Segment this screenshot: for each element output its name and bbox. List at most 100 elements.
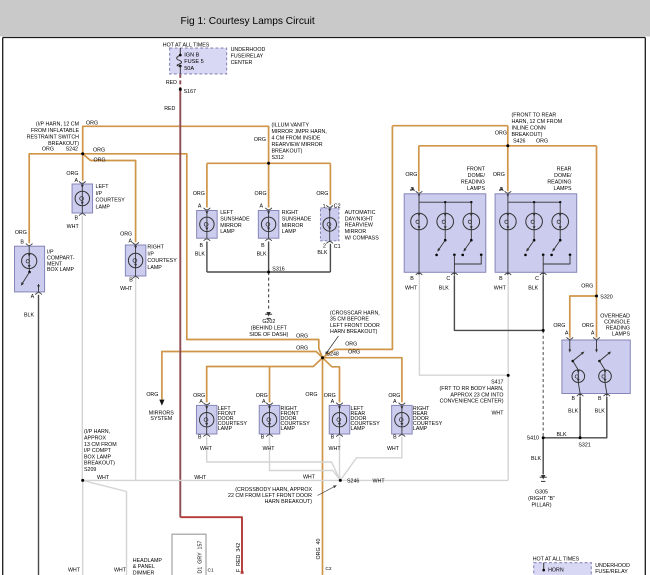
svg-text:DAY/NIGHT: DAY/NIGHT — [345, 216, 374, 222]
svg-text:S167: S167 — [184, 89, 196, 95]
svg-text:BLK: BLK — [195, 251, 205, 257]
svg-text:ORG 40: ORG 40 — [316, 539, 322, 560]
svg-text:ORG: ORG — [146, 392, 158, 398]
svg-text:LAMPS: LAMPS — [467, 186, 485, 192]
svg-text:ORG: ORG — [493, 172, 505, 178]
svg-text:BLK: BLK — [317, 250, 327, 256]
svg-text:ORG: ORG — [15, 230, 27, 236]
svg-text:WHT: WHT — [68, 568, 81, 574]
svg-text:LAMP: LAMP — [413, 426, 428, 432]
svg-text:S410: S410 — [527, 436, 539, 442]
svg-text:DOME/: DOME/ — [468, 173, 486, 179]
svg-text:ORG: ORG — [305, 392, 317, 398]
svg-text:WHT: WHT — [387, 446, 400, 452]
svg-text:(FRT TO RR BODY HARN,: (FRT TO RR BODY HARN, — [440, 386, 504, 392]
svg-text:HOT AT ALL TIMES: HOT AT ALL TIMES — [163, 42, 210, 48]
svg-text:(ILLUM VANITY: (ILLUM VANITY — [272, 123, 310, 129]
svg-text:(I/P HARN,: (I/P HARN, — [84, 429, 110, 435]
svg-text:ORG: ORG — [86, 120, 98, 126]
svg-text:I/P: I/P — [96, 191, 103, 197]
svg-text:WHT: WHT — [114, 568, 127, 574]
svg-text:ORG: ORG — [405, 172, 417, 178]
svg-text:B: B — [331, 435, 335, 441]
svg-text:I/P COMPT: I/P COMPT — [84, 448, 112, 454]
svg-text:B: B — [410, 276, 414, 282]
svg-text:A: A — [262, 399, 266, 405]
svg-text:50A: 50A — [184, 66, 194, 72]
svg-text:ORG: ORG — [553, 323, 565, 329]
svg-text:(BEHIND LEFT: (BEHIND LEFT — [251, 326, 288, 332]
svg-text:ORG: ORG — [93, 147, 105, 153]
svg-text:G202: G202 — [262, 319, 275, 325]
svg-text:BOX LAMP: BOX LAMP — [47, 267, 75, 273]
svg-text:RESTRAINT SWITCH: RESTRAINT SWITCH — [27, 134, 79, 140]
svg-text:S209: S209 — [84, 467, 96, 473]
svg-text:F RED 342: F RED 342 — [236, 543, 242, 572]
svg-text:APPROX: APPROX — [84, 436, 107, 442]
svg-text:WHT: WHT — [329, 446, 342, 452]
svg-text:ORG: ORG — [120, 232, 132, 238]
svg-text:B: B — [393, 435, 397, 441]
svg-text:READING: READING — [547, 180, 571, 186]
svg-text:A: A — [565, 330, 569, 336]
svg-text:ORG: ORG — [254, 137, 266, 143]
svg-text:SUNSHADE: SUNSHADE — [220, 217, 250, 223]
svg-text:BOX LAMP: BOX LAMP — [84, 454, 112, 460]
svg-text:MIRROR JMPR HARN,: MIRROR JMPR HARN, — [272, 129, 327, 135]
svg-text:D1 GRY 157: D1 GRY 157 — [198, 541, 204, 574]
svg-text:BLK: BLK — [557, 432, 567, 438]
svg-text:APPROX 23 CM INTO: APPROX 23 CM INTO — [450, 392, 503, 398]
svg-text:A: A — [499, 187, 503, 193]
svg-text:FRONT: FRONT — [467, 167, 486, 173]
svg-text:LEFT FRONT DOOR: LEFT FRONT DOOR — [330, 323, 380, 329]
svg-text:(CROSSCAR HARN,: (CROSSCAR HARN, — [330, 311, 380, 317]
svg-text:BLK: BLK — [595, 409, 605, 415]
svg-text:WHT: WHT — [200, 446, 213, 452]
svg-text:B: B — [198, 435, 202, 441]
svg-text:WHT: WHT — [405, 285, 418, 291]
svg-text:LAMP: LAMP — [282, 229, 297, 235]
svg-text:BLK: BLK — [568, 409, 578, 415]
svg-text:BREAKOUT): BREAKOUT) — [512, 132, 543, 138]
svg-text:A: A — [410, 187, 414, 193]
svg-text:RED: RED — [166, 80, 177, 86]
svg-text:BLK: BLK — [531, 456, 541, 462]
svg-text:ORG: ORG — [348, 350, 360, 356]
svg-text:B: B — [499, 276, 503, 282]
svg-text:BREAKOUT): BREAKOUT) — [272, 149, 303, 155]
svg-text:WHT: WHT — [67, 224, 80, 230]
svg-text:W/ COMPASS: W/ COMPASS — [345, 235, 380, 241]
svg-text:MIRROR: MIRROR — [282, 223, 304, 229]
svg-text:LAMP: LAMP — [147, 265, 162, 271]
svg-text:S417: S417 — [491, 380, 503, 386]
svg-text:35 CM BEFORE: 35 CM BEFORE — [330, 317, 369, 323]
svg-text:LAMPS: LAMPS — [554, 186, 572, 192]
svg-text:4 CM FROM INSIDE: 4 CM FROM INSIDE — [272, 136, 321, 142]
svg-text:WHT: WHT — [194, 475, 207, 481]
svg-text:HORN: HORN — [548, 568, 564, 574]
svg-text:(I/P HARN, 12 CM: (I/P HARN, 12 CM — [36, 121, 79, 127]
svg-text:ORG: ORG — [296, 333, 308, 339]
svg-text:WHT: WHT — [491, 411, 504, 417]
svg-text:PILLAR): PILLAR) — [531, 502, 551, 508]
svg-text:WHT: WHT — [303, 475, 316, 481]
svg-text:BLK: BLK — [528, 285, 538, 291]
svg-text:ORG: ORG — [42, 147, 54, 153]
svg-text:G305: G305 — [535, 489, 548, 495]
svg-text:LEFT: LEFT — [96, 184, 110, 190]
svg-text:B: B — [20, 240, 24, 246]
svg-text:FUSE 5: FUSE 5 — [184, 59, 204, 65]
svg-text:(CROSSBODY HARN, APPROX: (CROSSBODY HARN, APPROX — [235, 487, 312, 493]
svg-text:1: 1 — [323, 204, 326, 210]
svg-text:LAMP: LAMP — [96, 204, 111, 210]
svg-text:A: A — [591, 330, 595, 336]
svg-text:CONVENIENCE CENTER): CONVENIENCE CENTER) — [440, 399, 504, 405]
svg-text:BLK: BLK — [24, 313, 34, 319]
svg-text:Fig 1: Courtesy Lamps Circuit: Fig 1: Courtesy Lamps Circuit — [181, 16, 315, 27]
svg-text:HARN BREAKOUT): HARN BREAKOUT) — [265, 499, 313, 505]
svg-text:LAMP: LAMP — [220, 229, 235, 235]
svg-text:HOT AT ALL TIMES: HOT AT ALL TIMES — [533, 556, 580, 562]
svg-text:REARVIEW: REARVIEW — [345, 223, 373, 229]
svg-text:BLK: BLK — [439, 285, 449, 291]
svg-text:ORG: ORG — [296, 345, 308, 351]
